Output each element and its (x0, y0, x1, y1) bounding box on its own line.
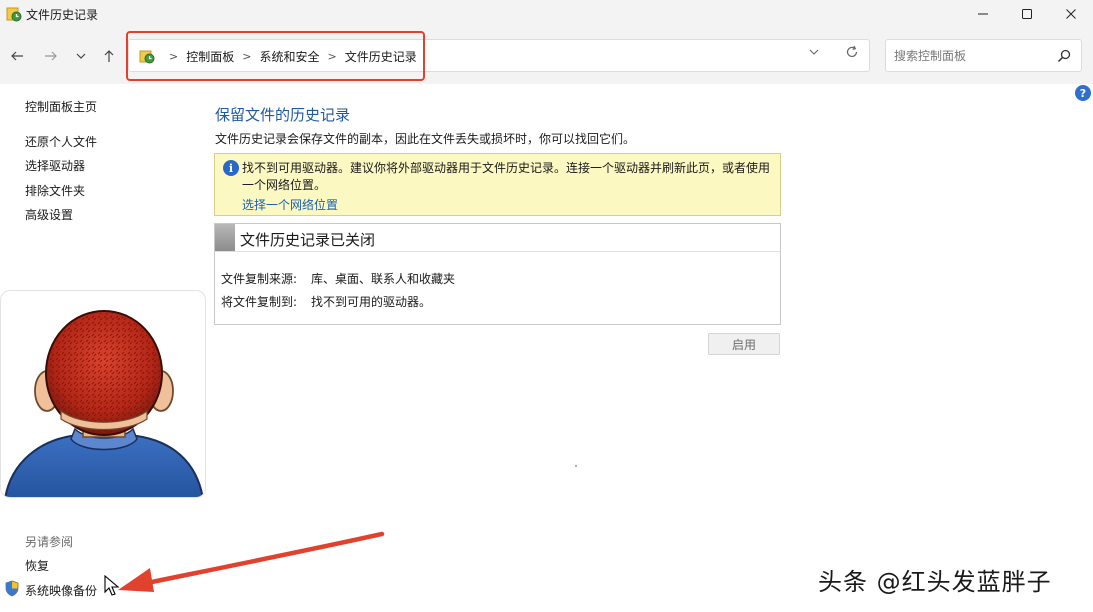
warning-banner: i 找不到可用驱动器。建议你将外部驱动器用于文件历史记录。连接一个驱动器并刷新此… (214, 153, 781, 216)
address-dropdown-button[interactable] (809, 47, 819, 60)
status-title: 文件历史记录已关闭 (240, 231, 376, 249)
select-network-location-link[interactable]: 选择一个网络位置 (242, 196, 338, 213)
status-indicator (215, 224, 235, 251)
maximize-icon (1022, 9, 1032, 19)
status-panel: 文件历史记录已关闭 文件复制来源: 库、桌面、联系人和收藏夹 将文件复制到: 找… (214, 223, 781, 325)
see-also-label: 另请参阅 (25, 535, 74, 549)
title-bar: 文件历史记录 (0, 0, 1093, 28)
refresh-icon (846, 45, 858, 58)
avatar-illustration (4, 310, 204, 497)
refresh-button[interactable] (845, 45, 859, 63)
minimize-icon (978, 13, 988, 15)
arrow-right-icon (45, 51, 57, 61)
search-box (885, 39, 1082, 72)
window-title: 文件历史记录 (26, 8, 99, 22)
annotation-highlight-box (126, 31, 425, 81)
left-nav-exclude-folders[interactable]: 排除文件夹 (25, 182, 85, 199)
left-nav-select-drive[interactable]: 选择驱动器 (25, 157, 85, 174)
annotation-arrow-icon (118, 531, 385, 592)
page-title: 保留文件的历史记录 (215, 106, 351, 124)
left-nav-control-panel-home[interactable]: 控制面板主页 (25, 98, 97, 115)
search-input[interactable] (894, 46, 1054, 66)
arrow-up-icon (104, 50, 114, 62)
left-nav-advanced-settings[interactable]: 高级设置 (25, 206, 73, 223)
maximize-button[interactable] (1004, 0, 1050, 28)
arrow-left-icon (11, 51, 23, 61)
close-button[interactable] (1048, 0, 1093, 28)
page-description: 文件历史记录会保存文件的副本，因此在文件丢失或损坏时，你可以找回它们。 (215, 132, 636, 146)
recent-locations-button[interactable] (70, 45, 92, 67)
status-row-label: 将文件复制到: (221, 295, 298, 309)
shield-icon (5, 580, 19, 597)
enable-button[interactable]: 启用 (708, 333, 780, 355)
chevron-down-icon (76, 53, 86, 59)
file-history-app-icon (6, 7, 22, 22)
search-icon[interactable] (1056, 48, 1072, 64)
help-icon[interactable]: ? (1075, 85, 1091, 101)
warning-text: 找不到可用驱动器。建议你将外部驱动器用于文件历史记录。连接一个驱动器并刷新此页，… (242, 161, 771, 192)
forward-button[interactable] (40, 45, 62, 67)
status-row-value: 库、桌面、联系人和收藏夹 (311, 272, 456, 286)
chevron-down-icon (809, 49, 819, 55)
status-row-label: 文件复制来源: (221, 272, 298, 286)
status-row-source: 文件复制来源: 库、桌面、联系人和收藏夹 (221, 270, 455, 287)
status-row-destination: 将文件复制到: 找不到可用的驱动器。 (221, 293, 431, 310)
info-icon: i (223, 160, 239, 176)
artifact-dot (575, 465, 577, 467)
watermark-text: 头条 @红头发蓝胖子 (818, 568, 1052, 596)
close-icon (1066, 9, 1076, 19)
avatar-overlay (0, 290, 206, 498)
left-nav-restore-files[interactable]: 还原个人文件 (25, 133, 97, 150)
left-nav-system-image-backup[interactable]: 系统映像备份 (25, 582, 97, 599)
status-header: 文件历史记录已关闭 (215, 224, 780, 252)
navigation-bar: > 控制面板 > 系统和安全 > 文件历史记录 (0, 28, 1093, 84)
status-row-value: 找不到可用的驱动器。 (311, 295, 432, 309)
minimize-button[interactable] (960, 0, 1006, 28)
left-nav-recovery[interactable]: 恢复 (25, 557, 49, 574)
up-button[interactable] (98, 45, 120, 67)
back-button[interactable] (6, 45, 28, 67)
